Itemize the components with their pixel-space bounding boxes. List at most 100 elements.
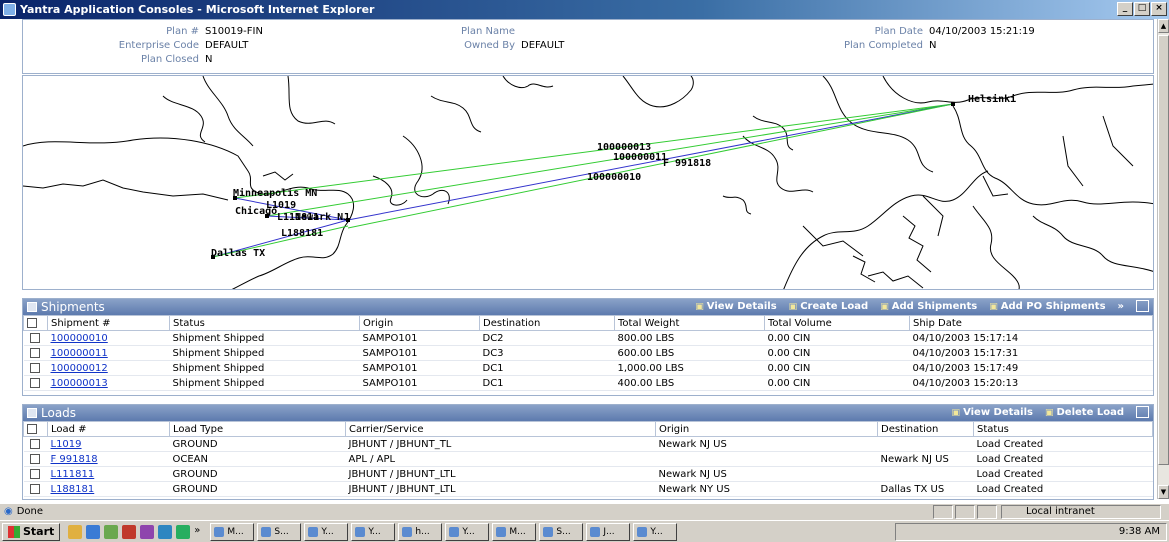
- table-row: 100000013 Shipment Shipped SAMPO101 DC1 …: [23, 375, 1153, 391]
- ie-icon: [3, 3, 16, 16]
- route-shipment-line: [234, 103, 954, 199]
- task-button[interactable]: S...: [539, 522, 584, 541]
- start-label: Start: [23, 524, 55, 538]
- start-button[interactable]: Start: [2, 522, 61, 541]
- task-button[interactable]: J...: [586, 522, 631, 541]
- task-button[interactable]: M...: [492, 522, 537, 541]
- app5-quicklaunch-icon[interactable]: [176, 524, 191, 539]
- loads-view-details-button[interactable]: View Details: [952, 405, 1033, 421]
- windows-taskbar: Start » M... S... Y... Y... h... Y... M.…: [0, 520, 1169, 542]
- cell-carrier: JBHUNT / JBHUNT_LTL: [345, 481, 656, 497]
- load-link[interactable]: F 991818: [51, 454, 98, 465]
- col-header-ship-date[interactable]: Ship Date: [909, 315, 1153, 331]
- add-shipments-button[interactable]: Add Shipments: [880, 299, 978, 315]
- task-button[interactable]: Y...: [351, 522, 396, 541]
- create-load-button[interactable]: Create Load: [789, 299, 868, 315]
- row-checkbox[interactable]: [29, 332, 40, 343]
- task-button[interactable]: M...: [210, 522, 255, 541]
- close-button[interactable]: ×: [1151, 2, 1167, 16]
- cell-destination: DC2: [479, 330, 615, 346]
- browser-statusbar: Done Local intranet: [0, 503, 1169, 520]
- delete-load-button[interactable]: Delete Load: [1045, 405, 1125, 421]
- cell-weight: 800.00 LBS: [614, 330, 765, 346]
- quicklaunch-chevron-icon[interactable]: »: [194, 525, 200, 539]
- cell-volume: 0.00 CIN: [764, 360, 910, 376]
- loads-collapse-icon[interactable]: [27, 408, 37, 418]
- loads-select-all-checkbox[interactable]: [27, 423, 37, 434]
- row-checkbox[interactable]: [29, 483, 40, 494]
- cell-load-status: Load Created: [973, 481, 1153, 497]
- task-button[interactable]: S...: [257, 522, 302, 541]
- row-checkbox[interactable]: [29, 453, 40, 464]
- app4-quicklaunch-icon[interactable]: [158, 524, 173, 539]
- shipments-panel: Shipments View Details Create Load Add S…: [22, 298, 1154, 396]
- cell-ship-date: 04/10/2003 15:17:31: [909, 345, 1153, 361]
- scroll-thumb[interactable]: [1158, 35, 1169, 465]
- cell-status: Shipment Shipped: [169, 330, 360, 346]
- maximize-button[interactable]: □: [1134, 2, 1150, 16]
- scroll-down-icon[interactable]: ▼: [1158, 485, 1169, 499]
- task-button[interactable]: Y...: [633, 522, 678, 541]
- cell-load-status: Load Created: [973, 436, 1153, 452]
- shipments-view-details-button[interactable]: View Details: [695, 299, 777, 315]
- col-header-total-volume[interactable]: Total Volume: [764, 315, 910, 331]
- select-all-checkbox-cell[interactable]: [23, 315, 48, 331]
- col-header-total-weight[interactable]: Total Weight: [614, 315, 765, 331]
- shipments-title: Shipments: [41, 300, 105, 314]
- cell-carrier: JBHUNT / JBHUNT_LTL: [345, 466, 656, 482]
- vertical-scrollbar[interactable]: ▲ ▼: [1157, 19, 1169, 499]
- plan-closed-field: Plan Closed N: [59, 54, 213, 65]
- shipment-link[interactable]: 100000013: [51, 378, 108, 389]
- app2-quicklaunch-icon[interactable]: [122, 524, 137, 539]
- col-header-load-destination[interactable]: Destination: [877, 421, 974, 437]
- col-header-load-type[interactable]: Load Type: [169, 421, 346, 437]
- app-quicklaunch-icon[interactable]: [104, 524, 119, 539]
- cell-origin: SAMPO101: [359, 375, 480, 391]
- load-link[interactable]: L188181: [51, 484, 95, 495]
- app3-quicklaunch-icon[interactable]: [140, 524, 155, 539]
- scroll-up-icon[interactable]: ▲: [1158, 19, 1169, 33]
- loads-maximize-icon[interactable]: [1136, 406, 1149, 418]
- cell-origin: SAMPO101: [359, 330, 480, 346]
- task-button[interactable]: Y...: [304, 522, 349, 541]
- task-button[interactable]: Y...: [445, 522, 490, 541]
- cell-volume: 0.00 CIN: [764, 345, 910, 361]
- col-header-load-status[interactable]: Status: [973, 421, 1153, 437]
- ie-quicklaunch-icon[interactable]: [86, 524, 101, 539]
- col-header-shipment[interactable]: Shipment #: [47, 315, 170, 331]
- shipment-link[interactable]: 100000011: [51, 348, 108, 359]
- shipments-maximize-icon[interactable]: [1136, 300, 1149, 312]
- cell-weight: 1,000.00 LBS: [614, 360, 765, 376]
- col-header-destination[interactable]: Destination: [479, 315, 615, 331]
- shipment-link[interactable]: 100000010: [51, 333, 108, 344]
- shipment-link[interactable]: 100000012: [51, 363, 108, 374]
- loads-select-all-checkbox-cell[interactable]: [23, 421, 48, 437]
- load-link[interactable]: L1019: [51, 439, 82, 450]
- row-checkbox[interactable]: [29, 362, 40, 373]
- shipments-collapse-icon[interactable]: [27, 302, 37, 312]
- col-header-origin[interactable]: Origin: [359, 315, 480, 331]
- col-header-carrier-service[interactable]: Carrier/Service: [345, 421, 656, 437]
- cell-ship-date: 04/10/2003 15:17:14: [909, 330, 1153, 346]
- more-actions-chevron-icon[interactable]: »: [1118, 299, 1124, 315]
- col-header-load[interactable]: Load #: [47, 421, 170, 437]
- col-header-status[interactable]: Status: [169, 315, 360, 331]
- row-checkbox[interactable]: [29, 377, 40, 388]
- load-link[interactable]: L111811: [51, 469, 95, 480]
- table-row: L111811 GROUND JBHUNT / JBHUNT_LTL Newar…: [23, 466, 1153, 482]
- cell-origin: SAMPO101: [359, 345, 480, 361]
- route-map[interactable]: Helsinki Minneapolis MN Chicago Newark N…: [22, 75, 1154, 290]
- cell-origin: SAMPO101: [359, 360, 480, 376]
- task-button[interactable]: h...: [398, 522, 443, 541]
- plan-number-value: S10019-FIN: [205, 26, 263, 37]
- table-row: 100000010 Shipment Shipped SAMPO101 DC2 …: [23, 330, 1153, 346]
- select-all-checkbox[interactable]: [27, 317, 37, 328]
- add-po-shipments-button[interactable]: Add PO Shipments: [989, 299, 1106, 315]
- row-checkbox[interactable]: [29, 438, 40, 449]
- minimize-button[interactable]: _: [1117, 2, 1133, 16]
- row-checkbox[interactable]: [29, 468, 40, 479]
- desktop-icon[interactable]: [68, 524, 83, 539]
- location-marker-icon[interactable]: [951, 102, 955, 106]
- row-checkbox[interactable]: [29, 347, 40, 358]
- col-header-load-origin[interactable]: Origin: [655, 421, 878, 437]
